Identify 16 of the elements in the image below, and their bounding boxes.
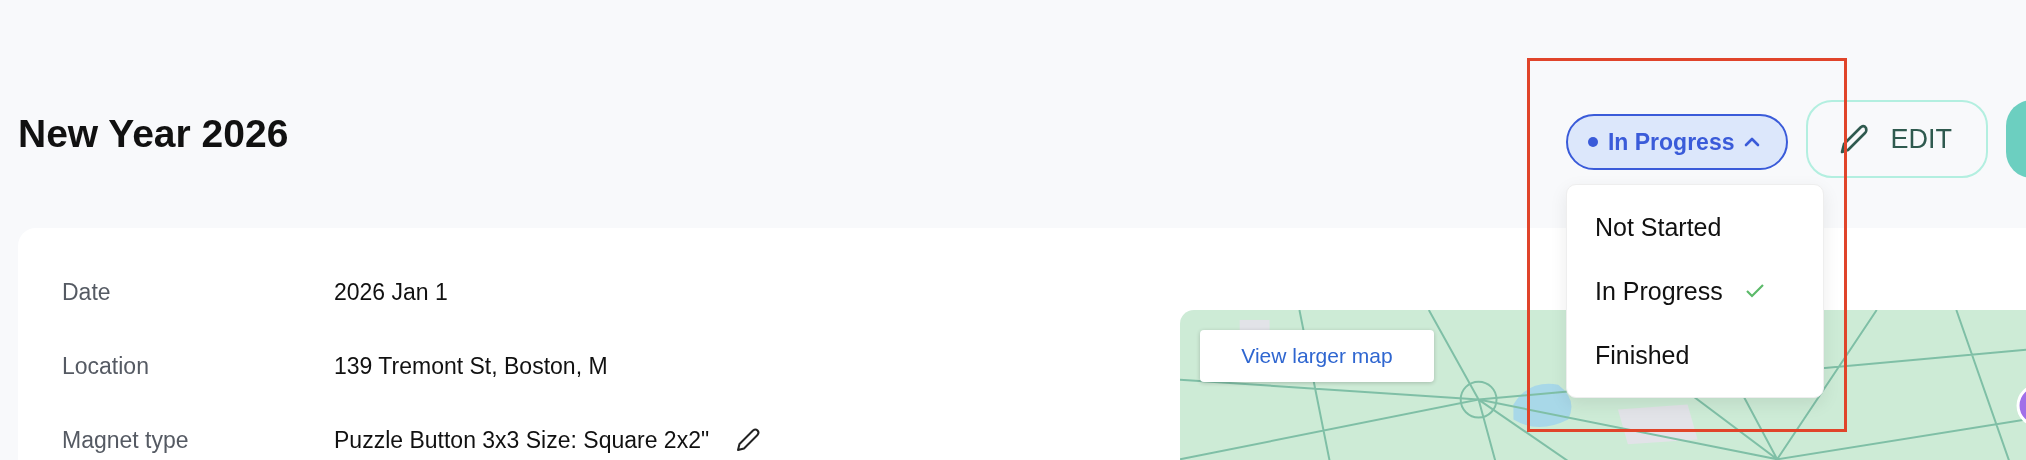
field-value: 2026 Jan 1: [334, 278, 448, 306]
pencil-icon[interactable]: [735, 427, 762, 453]
caret-icon: [1744, 137, 1761, 147]
status-option[interactable]: Finished: [1566, 323, 1823, 387]
status-dot-icon: [1587, 137, 1598, 147]
field-value: Puzzle Button 3x3 Size: Square 2x2": [334, 426, 710, 454]
field-label: Date: [62, 278, 112, 306]
field-label: Location: [62, 352, 150, 380]
page-title: New Year 2026: [18, 112, 289, 156]
view-larger-map-button[interactable]: View larger map: [1200, 330, 1434, 382]
status-option[interactable]: Not Started: [1566, 195, 1823, 259]
status-dropdown[interactable]: In Progress: [1565, 114, 1789, 170]
field-label: Magnet type: [62, 426, 190, 454]
edit-button[interactable]: EDIT: [1806, 100, 1988, 178]
status-option[interactable]: In Progress: [1566, 259, 1823, 323]
field-value: 139 Tremont St, Boston, M: [334, 352, 608, 380]
